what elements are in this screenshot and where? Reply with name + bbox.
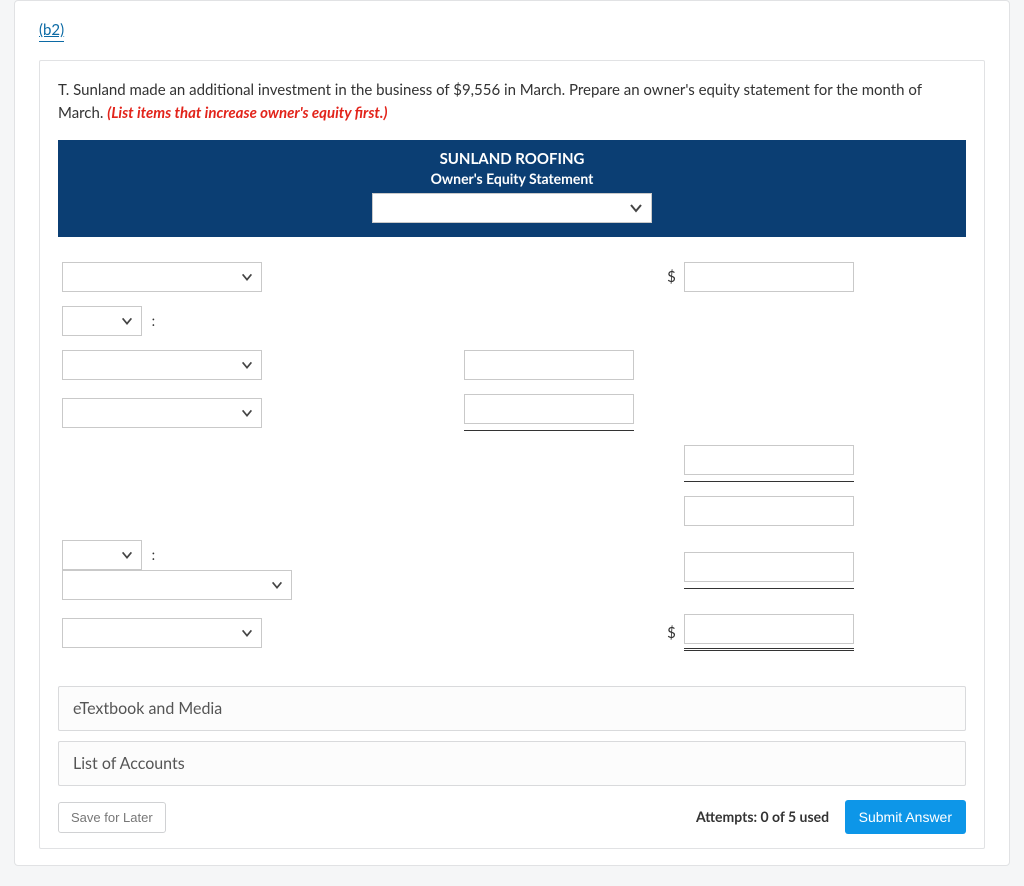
- question-card: (b2) T. Sunland made an additional inves…: [14, 0, 1010, 866]
- line4-mid-input[interactable]: [464, 394, 634, 424]
- statement-header: SUNLAND ROOFING Owner's Equity Statement: [58, 140, 966, 237]
- attempts-text: Attempts: 0 of 5 used: [696, 808, 829, 825]
- currency-symbol: $: [654, 607, 680, 658]
- line3-account-select[interactable]: [62, 350, 262, 380]
- part-link[interactable]: (b2): [39, 21, 64, 42]
- list-of-accounts-bar[interactable]: List of Accounts: [58, 741, 966, 786]
- group2-select[interactable]: [62, 540, 142, 570]
- equity-grid: $ :: [58, 255, 966, 658]
- line6-amount-input[interactable]: [684, 496, 854, 526]
- company-name: SUNLAND ROOFING: [68, 150, 956, 168]
- colon: :: [146, 546, 162, 563]
- period-select-wrap: [372, 193, 652, 223]
- period-select[interactable]: [372, 193, 652, 223]
- line8-amount-input[interactable]: [684, 614, 854, 644]
- line5-amount-input[interactable]: [684, 445, 854, 475]
- prompt: T. Sunland made an additional investment…: [58, 79, 966, 124]
- submit-answer-button[interactable]: Submit Answer: [845, 800, 966, 834]
- statement-title: Owner's Equity Statement: [68, 170, 956, 187]
- line1-amount-input[interactable]: [684, 262, 854, 292]
- prompt-instruction: (List items that increase owner's equity…: [107, 104, 387, 122]
- etextbook-media-bar[interactable]: eTextbook and Media: [58, 686, 966, 731]
- save-for-later-button[interactable]: Save for Later: [58, 802, 166, 833]
- group1-select[interactable]: [62, 306, 142, 336]
- question-panel: T. Sunland made an additional investment…: [39, 60, 985, 849]
- line7-account-select[interactable]: [62, 570, 292, 600]
- line4-account-select[interactable]: [62, 398, 262, 428]
- line7-amount-input[interactable]: [684, 552, 854, 582]
- line3-mid-input[interactable]: [464, 350, 634, 380]
- footer-row: Save for Later Attempts: 0 of 5 used Sub…: [58, 800, 966, 834]
- colon: :: [146, 312, 162, 329]
- line1-account-select[interactable]: [62, 262, 262, 292]
- currency-symbol: $: [654, 255, 680, 299]
- line8-account-select[interactable]: [62, 618, 262, 648]
